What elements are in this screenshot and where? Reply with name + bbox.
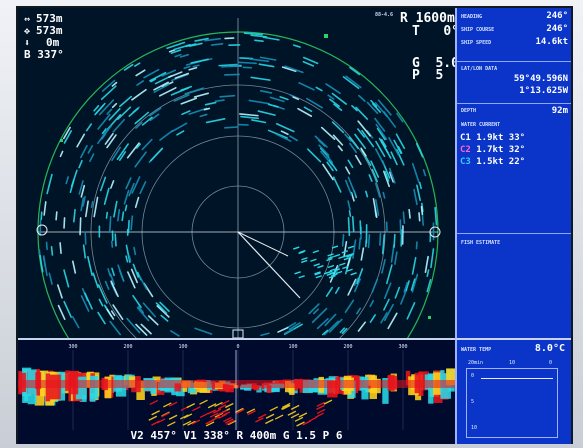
fish-school-trace [269, 406, 279, 412]
fish-school-trace [156, 418, 166, 424]
sonar-radar-view[interactable]: ⇔ 573m ✥ 573m ⬇ 0m B 337° 88-4.6 R 1600m T … [18, 8, 455, 338]
strip-scale-label: 100 [288, 344, 297, 350]
ship-track-marker-3 [428, 316, 431, 319]
fish-school-trace [265, 418, 274, 425]
tilt-readout[interactable]: T 0° [412, 25, 455, 38]
fish-school-trace [199, 412, 209, 419]
fish-school-trace [274, 414, 284, 420]
radar-echo-display[interactable] [18, 8, 455, 338]
status-bar: V2 457° V1 338° R 400m G 1.5 P 6 [130, 429, 343, 442]
fish-school-trace [257, 413, 267, 419]
target-marker-line [237, 231, 301, 299]
fish-estimate-section: FISH ESTIMATE [461, 240, 501, 246]
navigation-data-panel: HEADING 246° SHIP COURSE 246° SHIP SPEED… [455, 8, 571, 338]
strip-scale-label: 100 [178, 344, 187, 350]
strip-scale-label: 0 [236, 344, 239, 350]
fish-school-trace [290, 404, 300, 410]
fish-school-trace [186, 403, 196, 409]
current-c2-row: C2 1.7kt 32° [460, 145, 526, 155]
fish-school-trace [316, 408, 326, 415]
fish-school-trace [287, 410, 297, 416]
current-c3-row: C3 1.5kt 22° [460, 157, 526, 167]
bearing-line [237, 231, 289, 257]
fish-school-trace [265, 413, 275, 419]
ship-heading-section: HEADING 246° SHIP COURSE 246° SHIP SPEED… [457, 8, 571, 62]
strip-scale-label: 300 [68, 344, 77, 350]
fish-school-trace [308, 416, 318, 422]
sonar-monitor: ⇔ 573m ✥ 573m ⬇ 0m B 337° 88-4.6 R 1600m T … [0, 0, 583, 448]
ship-track-marker-2 [60, 139, 63, 142]
fish-school-trace [151, 410, 160, 416]
fish-school-trace [217, 404, 227, 410]
p-readout[interactable]: P 5 [412, 69, 443, 82]
fish-school-trace [294, 416, 304, 422]
fish-school-trace [168, 414, 178, 420]
water-temp-graph: 0 5 10 [466, 368, 558, 438]
strip-scale-label: 200 [343, 344, 352, 350]
sonar-screen: ⇔ 573m ✥ 573m ⬇ 0m B 337° 88-4.6 R 1600m T … [16, 6, 573, 444]
fish-school-trace [161, 412, 170, 418]
fish-school-trace [255, 417, 264, 423]
seabed-core-band [18, 380, 455, 388]
fish-school-trace [225, 402, 234, 409]
strip-scale-label: 300 [398, 344, 407, 350]
water-temp-panel: WATER TEMP 8.0°C 20min 10 0 0 5 10 [455, 338, 571, 444]
depth-current-section: DEPTH 92m WATER CURRENT C1 1.9kt 33° C2 … [457, 104, 571, 234]
strip-scale-label: 200 [123, 344, 132, 350]
fish-school-trace [290, 413, 300, 419]
ship-track-marker [324, 34, 328, 38]
fish-school-trace [298, 412, 308, 418]
fish-school-trace [199, 399, 208, 405]
current-c1-row: C1 1.9kt 33° [460, 133, 526, 143]
echo-history-strip[interactable]: 300 200 100 0 100 200 300 V2 457° V1 338° R 40… [18, 338, 455, 444]
fish-school-trace [149, 399, 159, 406]
fish-school-trace [148, 415, 158, 421]
fish-school-trace [192, 406, 201, 412]
target-bearing: B 337° [24, 48, 64, 61]
lat-lon-section: LAT/LON DATA 59°49.596N 1°13.625W [457, 62, 571, 104]
temp-trace-line [481, 378, 553, 379]
fish-school-trace [323, 399, 333, 405]
mode-code: 88-4.6 [375, 12, 394, 18]
fish-school-trace [167, 421, 176, 427]
